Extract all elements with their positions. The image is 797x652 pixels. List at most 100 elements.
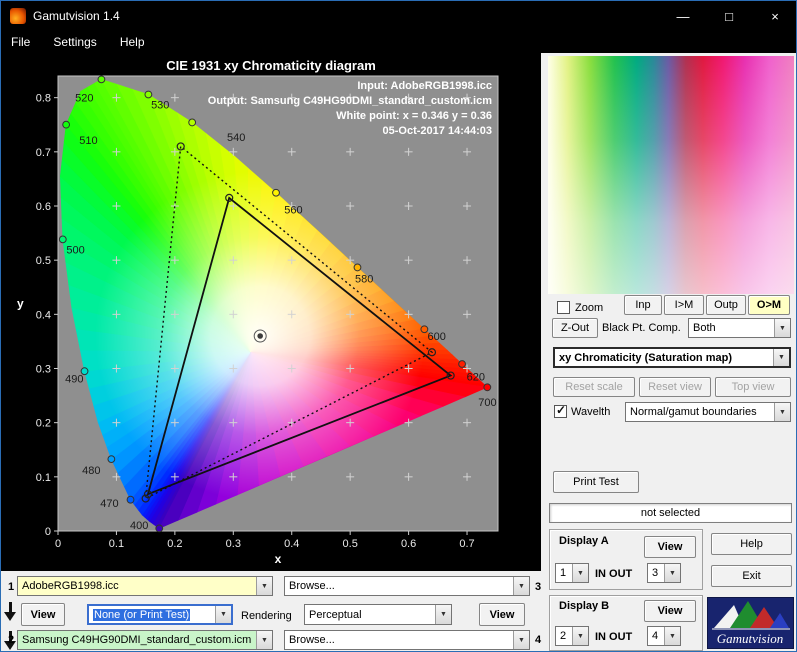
chevron-down-icon [664, 564, 680, 582]
profile-2-select[interactable]: Samsung C49HG90DMI_standard_custom.icm [17, 630, 273, 650]
logo-text: Gamutvision [717, 631, 783, 646]
maximize-button[interactable]: □ [706, 1, 752, 31]
zoom-label: Zoom [575, 302, 604, 314]
svg-text:620: 620 [467, 372, 485, 384]
y-axis-label: y [17, 297, 24, 311]
black-pt-comp-label: Black Pt. Comp. [602, 322, 681, 334]
svg-text:0.4: 0.4 [36, 309, 51, 321]
chevron-down-icon [256, 631, 272, 649]
wavelth-checkbox[interactable] [554, 403, 567, 418]
svg-text:490: 490 [65, 373, 83, 385]
browse-1-select[interactable]: Browse... [284, 576, 530, 596]
menu-bar: File Settings Help [1, 31, 796, 53]
display-b-title: Display B [559, 600, 610, 612]
chromaticity-plot[interactable]: 520 530 510 540 560 500 580 600 490 620 700 480 470 4… [1, 53, 541, 571]
svg-text:0.4: 0.4 [284, 538, 299, 550]
svg-text:0: 0 [55, 538, 61, 550]
svg-text:0.2: 0.2 [36, 418, 51, 430]
app-icon [10, 8, 26, 24]
chevron-down-icon [435, 605, 451, 624]
selected-text: None (or Print Test) [93, 608, 191, 621]
display-a-title: Display A [559, 535, 609, 547]
chart-region: CIE 1931 xy Chromaticity diagram 520 530 5… [1, 53, 541, 571]
gamutvision-logo: Gamutvision [707, 597, 794, 649]
view-mode-select[interactable]: xy Chromaticity (Saturation map) [553, 347, 791, 368]
white-point-marker [257, 333, 263, 339]
slot-3-label: 3 [535, 581, 542, 593]
wavelth-label: Wavelth [571, 406, 611, 418]
o-to-m-button[interactable]: O>M [748, 295, 790, 315]
top-view-button[interactable]: Top view [715, 377, 791, 397]
display-b-inout-label: IN OUT [595, 631, 633, 643]
black-pt-comp-select[interactable]: Both [688, 318, 791, 338]
chevron-down-icon [773, 349, 789, 366]
view-left-button[interactable]: View [21, 603, 65, 626]
svg-text:400: 400 [130, 520, 148, 532]
maximize-icon: □ [725, 8, 733, 24]
svg-text:0.7: 0.7 [36, 147, 51, 159]
profile-1-select[interactable]: AdobeRGB1998.icc [17, 576, 273, 596]
menu-help[interactable]: Help [110, 31, 155, 53]
chevron-down-icon [774, 403, 790, 421]
outp-button[interactable]: Outp [706, 295, 746, 315]
inp-button[interactable]: Inp [624, 295, 662, 315]
svg-text:700: 700 [478, 397, 496, 409]
svg-text:510: 510 [79, 135, 97, 147]
svg-text:05-Oct-2017 14:44:03: 05-Oct-2017 14:44:03 [383, 125, 492, 137]
print-test-button[interactable]: Print Test [553, 471, 639, 493]
menu-settings[interactable]: Settings [43, 31, 106, 53]
reset-view-button[interactable]: Reset view [639, 377, 711, 397]
menu-file[interactable]: File [1, 31, 40, 53]
close-button[interactable]: × [752, 1, 796, 31]
status-box: not selected [549, 503, 792, 523]
display-b-in-select[interactable]: 2 [555, 626, 589, 646]
rendering-label: Rendering [241, 610, 292, 622]
svg-text:530: 530 [151, 100, 169, 112]
slot-1-label: 1 [8, 581, 15, 593]
title-bar[interactable]: Gamutvision 1.4 — □ × [1, 1, 796, 31]
svg-text:0.6: 0.6 [401, 538, 416, 550]
svg-text:0.1: 0.1 [36, 472, 51, 484]
zoom-checkbox[interactable] [557, 301, 570, 314]
boundaries-select[interactable]: Normal/gamut boundaries [625, 402, 791, 422]
reset-scale-button[interactable]: Reset scale [553, 377, 635, 397]
i-to-m-button[interactable]: I>M [664, 295, 704, 315]
chevron-down-icon [664, 627, 680, 645]
view-right-button[interactable]: View [479, 603, 525, 626]
slot-4-label: 4 [535, 634, 542, 646]
z-out-button[interactable]: Z-Out [552, 318, 598, 338]
close-icon: × [771, 8, 779, 24]
svg-text:Input: AdobeRGB1998.icc: Input: AdobeRGB1998.icc [357, 80, 492, 92]
down-arrow-icon [4, 602, 17, 622]
svg-text:0.1: 0.1 [109, 538, 124, 550]
svg-text:600: 600 [427, 331, 445, 343]
svg-text:480: 480 [82, 465, 100, 477]
svg-text:0.6: 0.6 [36, 201, 51, 213]
svg-text:0.8: 0.8 [36, 93, 51, 105]
svg-text:0.3: 0.3 [36, 364, 51, 376]
saturation-map-image[interactable] [548, 56, 794, 294]
exit-button[interactable]: Exit [711, 565, 792, 587]
minimize-button[interactable]: — [660, 1, 706, 31]
slot-2-label: 2 [8, 634, 15, 646]
svg-text:470: 470 [100, 498, 118, 510]
svg-text:0.2: 0.2 [167, 538, 182, 550]
display-a-in-select[interactable]: 1 [555, 563, 589, 583]
display-b-out-select[interactable]: 4 [647, 626, 681, 646]
print-test-select[interactable]: None (or Print Test) [87, 604, 233, 625]
browse-2-select[interactable]: Browse... [284, 630, 530, 650]
rendering-intent-select[interactable]: Perceptual [304, 604, 452, 625]
chevron-down-icon [572, 564, 588, 582]
display-b-view-button[interactable]: View [644, 600, 696, 622]
svg-text:White point: x = 0.346 y = 0: White point: x = 0.346 y = 0.36 [336, 110, 492, 122]
chevron-down-icon [774, 319, 790, 337]
help-button[interactable]: Help [711, 533, 792, 555]
app-window: Gamutvision 1.4 — □ × File Settings Help… [0, 0, 797, 652]
window-title: Gamutvision 1.4 [33, 9, 120, 23]
svg-text:560: 560 [284, 204, 302, 216]
svg-text:0.5: 0.5 [36, 255, 51, 267]
display-a-inout-label: IN OUT [595, 568, 633, 580]
display-a-out-select[interactable]: 3 [647, 563, 681, 583]
svg-text:0.3: 0.3 [226, 538, 241, 550]
display-a-view-button[interactable]: View [644, 536, 696, 558]
